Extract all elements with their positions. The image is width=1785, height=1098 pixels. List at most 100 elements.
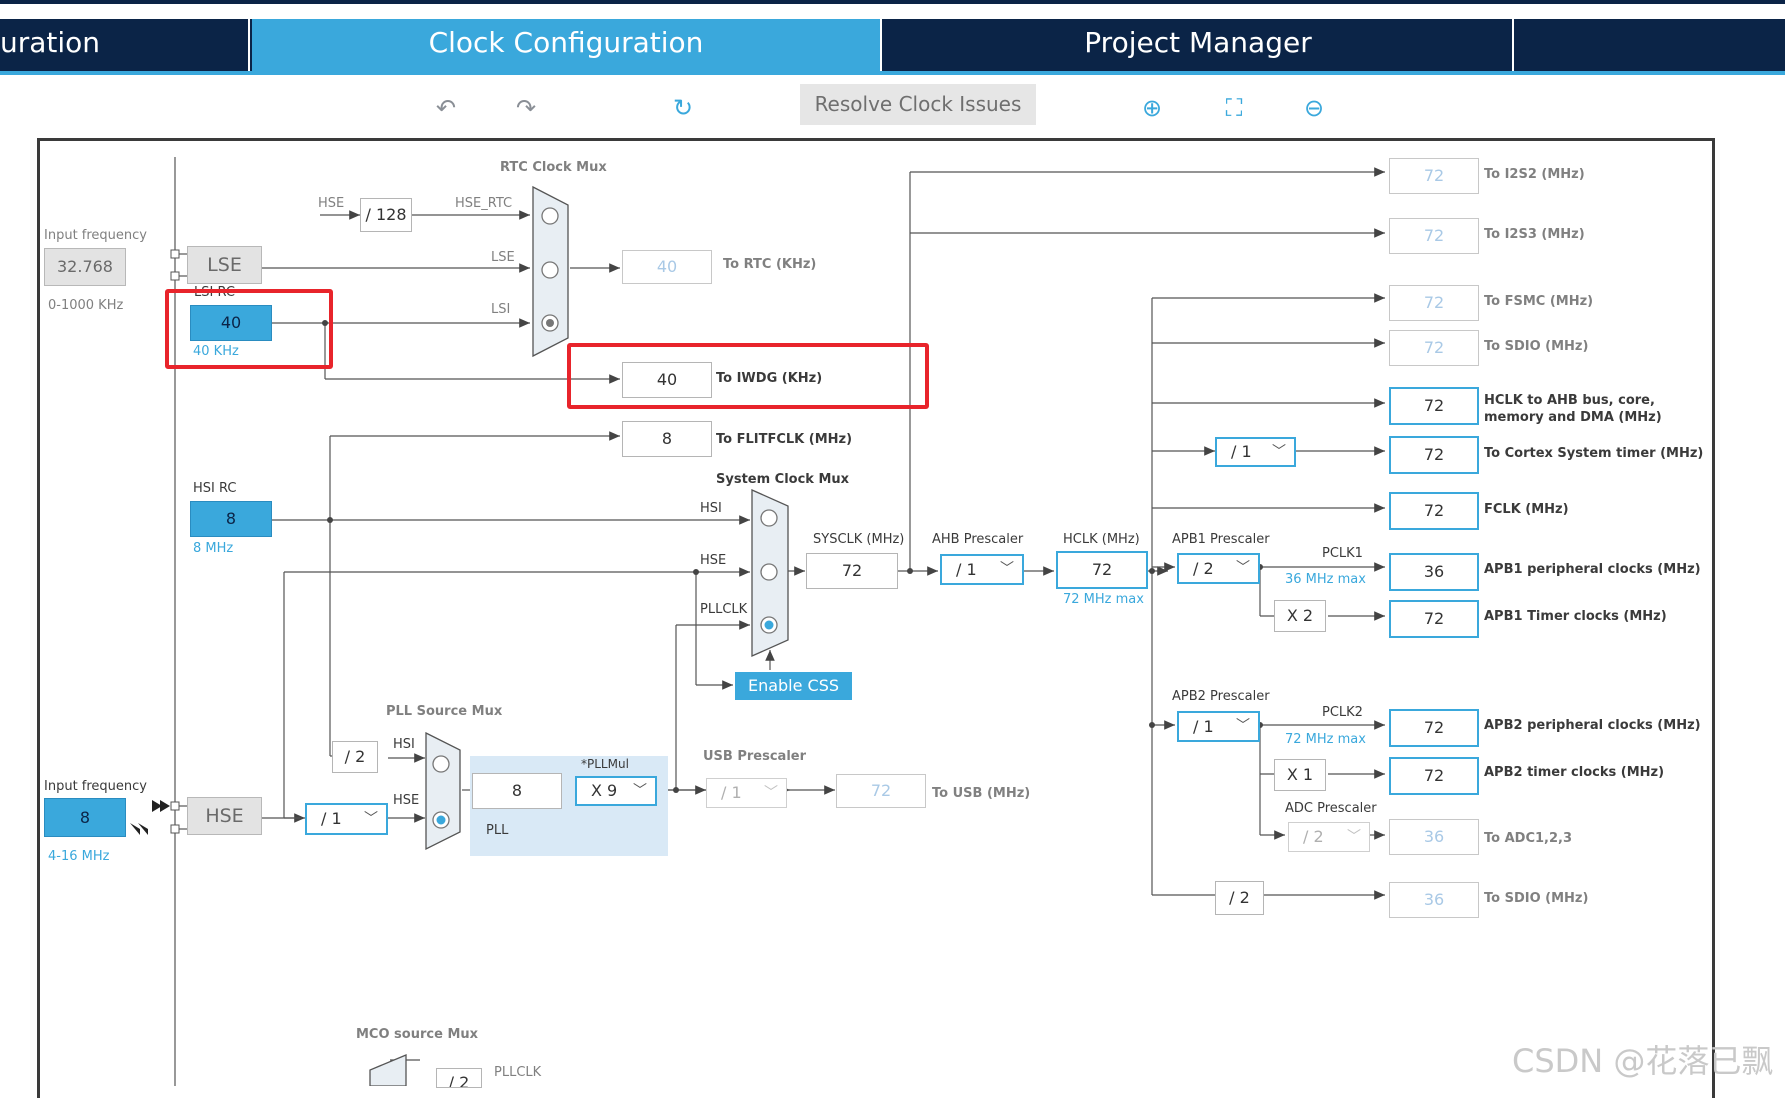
hsi-rc-label: HSI RC — [193, 481, 237, 496]
apb2-timer-output-label: APB2 timer clocks (MHz) — [1484, 765, 1665, 780]
mco-pllclk-label: PLLCLK — [494, 1065, 542, 1080]
adc-prescaler-label: ADC Prescaler — [1285, 801, 1377, 816]
usb-prescaler-title: USB Prescaler — [703, 749, 807, 764]
chevron-down-icon: ﹀ — [633, 783, 647, 799]
apb2-timer-multiplier: X 1 — [1274, 759, 1326, 791]
sdio-div2-box: / 2 — [1215, 881, 1264, 915]
sysclk-value: 72 — [806, 553, 898, 589]
pll-source-mux — [425, 731, 461, 851]
sysmux-pllclk-label: PLLCLK — [700, 602, 748, 617]
hsi-div2-box: / 2 — [332, 741, 378, 773]
iwdg-highlight-box — [567, 343, 929, 409]
flitfclk-label: To FLITFCLK (MHz) — [716, 432, 853, 447]
pll-input-value: 8 — [472, 773, 562, 809]
hclk-ahb-output-value: 72 — [1389, 387, 1479, 425]
apb1-prescaler-select[interactable]: / 2 ﹀ — [1177, 553, 1260, 584]
sdio-output-value: 72 — [1389, 330, 1479, 366]
chevron-down-icon: ﹀ — [1236, 718, 1250, 734]
i2s2-output-value: 72 — [1389, 158, 1479, 194]
hclk-max-label: 72 MHz max — [1063, 592, 1144, 607]
hse-div128-box: / 128 — [360, 198, 412, 232]
pll-source-mux-title: PLL Source Mux — [386, 704, 503, 719]
sysmux-hsi-label: HSI — [700, 501, 722, 516]
pll-label: PLL — [486, 823, 509, 838]
hsi-value: 8 — [190, 501, 272, 537]
sdio-output-label: To SDIO (MHz) — [1484, 339, 1589, 354]
lse-source: LSE — [187, 246, 262, 284]
adc-output-value: 36 — [1389, 819, 1479, 855]
apb1-timer-output-label: APB1 Timer clocks (MHz) — [1484, 609, 1667, 624]
sysclk-label: SYSCLK (MHz) — [813, 532, 905, 547]
rtc-lse-label: LSE — [491, 250, 515, 265]
fsmc-output-value: 72 — [1389, 285, 1479, 321]
to-rtc-label: To RTC (KHz) — [723, 257, 817, 272]
i2s2-output-label: To I2S2 (MHz) — [1484, 167, 1585, 182]
chevron-down-icon: ﹀ — [1000, 561, 1014, 577]
system-clock-mux-title: System Clock Mux — [716, 472, 850, 487]
chevron-down-icon: ﹀ — [764, 785, 778, 801]
hclk-value[interactable]: 72 — [1056, 551, 1148, 589]
pll-hse-label: HSE — [393, 793, 420, 808]
sysmux-hse-label: HSE — [700, 553, 727, 568]
apb2-prescaler-select[interactable]: / 1 ﹀ — [1177, 711, 1260, 742]
input-frequency-label-bottom: Input frequency — [44, 779, 147, 794]
hse-input-frequency[interactable]: 8 — [44, 798, 126, 837]
hse-range-label: 4-16 MHz — [48, 849, 110, 864]
apb2-max-label: 72 MHz max — [1285, 732, 1366, 747]
rtc-hse-label: HSE — [318, 196, 345, 211]
chevron-down-icon: ﹀ — [364, 811, 378, 827]
fclk-output-label: FCLK (MHz) — [1484, 502, 1569, 517]
apb1-max-label: 36 MHz max — [1285, 572, 1366, 587]
pllmul-select[interactable]: X 9 ﹀ — [575, 776, 657, 806]
apb1-prescaler-label: APB1 Prescaler — [1172, 532, 1270, 547]
apb1-timer-output-value: 72 — [1389, 600, 1479, 638]
pllmul-label: *PLLMul — [581, 757, 629, 771]
chevron-down-icon: ﹀ — [1236, 560, 1250, 576]
hsi-mhz-label: 8 MHz — [193, 541, 234, 556]
ahb-prescaler-select[interactable]: / 1 ﹀ — [940, 554, 1024, 585]
mco-div2-box: / 2 — [436, 1068, 482, 1088]
apb2-timer-output-value: 72 — [1389, 757, 1479, 795]
to-usb-label: To USB (MHz) — [932, 786, 1031, 801]
sdio2-output-value: 36 — [1389, 882, 1479, 918]
input-frequency-label-top: Input frequency — [44, 228, 147, 243]
hse-prediv-select[interactable]: / 1 ﹀ — [305, 803, 388, 835]
sdio2-output-label: To SDIO (MHz) — [1484, 891, 1589, 906]
lsi-highlight-box — [165, 289, 333, 369]
cortex-timer-output-value: 72 — [1389, 436, 1479, 474]
apb1-peripheral-output-value: 36 — [1389, 553, 1479, 591]
hse-source: HSE — [187, 797, 262, 835]
mco-source-mux — [369, 1054, 407, 1086]
apb1-timer-multiplier: X 2 — [1274, 600, 1326, 632]
adc-output-label: To ADC1,2,3 — [1484, 831, 1573, 846]
rtc-lsi-label: LSI — [491, 302, 511, 317]
mco-source-mux-title: MCO source Mux — [356, 1027, 479, 1042]
enable-css-button[interactable]: Enable CSS — [735, 672, 852, 700]
hclk-label: HCLK (MHz) — [1063, 532, 1140, 547]
flitfclk-value: 8 — [622, 421, 712, 457]
cortex-timer-divider-select[interactable]: / 1 ﹀ — [1215, 437, 1296, 467]
apb2-peripheral-output-value: 72 — [1389, 709, 1479, 747]
fsmc-output-label: To FSMC (MHz) — [1484, 294, 1594, 309]
ahb-prescaler-label: AHB Prescaler — [932, 532, 1024, 547]
lse-input-frequency[interactable]: 32.768 — [44, 248, 126, 286]
csdn-watermark: CSDN @花落已飘 — [1512, 1042, 1774, 1080]
i2s3-output-label: To I2S3 (MHz) — [1484, 227, 1585, 242]
pclk1-label: PCLK1 — [1322, 546, 1363, 561]
chevron-down-icon: ﹀ — [1347, 829, 1361, 845]
chevron-down-icon: ﹀ — [1272, 444, 1286, 460]
apb2-prescaler-label: APB2 Prescaler — [1172, 689, 1270, 704]
hclk-ahb-output-label: HCLK to AHB bus, core, memory and DMA (M… — [1484, 393, 1662, 424]
to-usb-value: 72 — [836, 774, 926, 808]
pclk2-label: PCLK2 — [1322, 705, 1363, 720]
to-rtc-value: 40 — [622, 250, 712, 284]
usb-prescaler-select[interactable]: / 1 ﹀ — [706, 778, 787, 808]
lse-range-label: 0-1000 KHz — [48, 298, 124, 313]
apb1-peripheral-output-label: APB1 peripheral clocks (MHz) — [1484, 562, 1701, 577]
i2s3-output-value: 72 — [1389, 218, 1479, 254]
adc-prescaler-select[interactable]: / 2 ﹀ — [1288, 822, 1370, 852]
fclk-output-value: 72 — [1389, 492, 1479, 530]
pll-hsi-label: HSI — [393, 737, 415, 752]
rtc-clock-mux-title: RTC Clock Mux — [500, 160, 607, 175]
cortex-timer-output-label: To Cortex System timer (MHz) — [1484, 446, 1704, 461]
